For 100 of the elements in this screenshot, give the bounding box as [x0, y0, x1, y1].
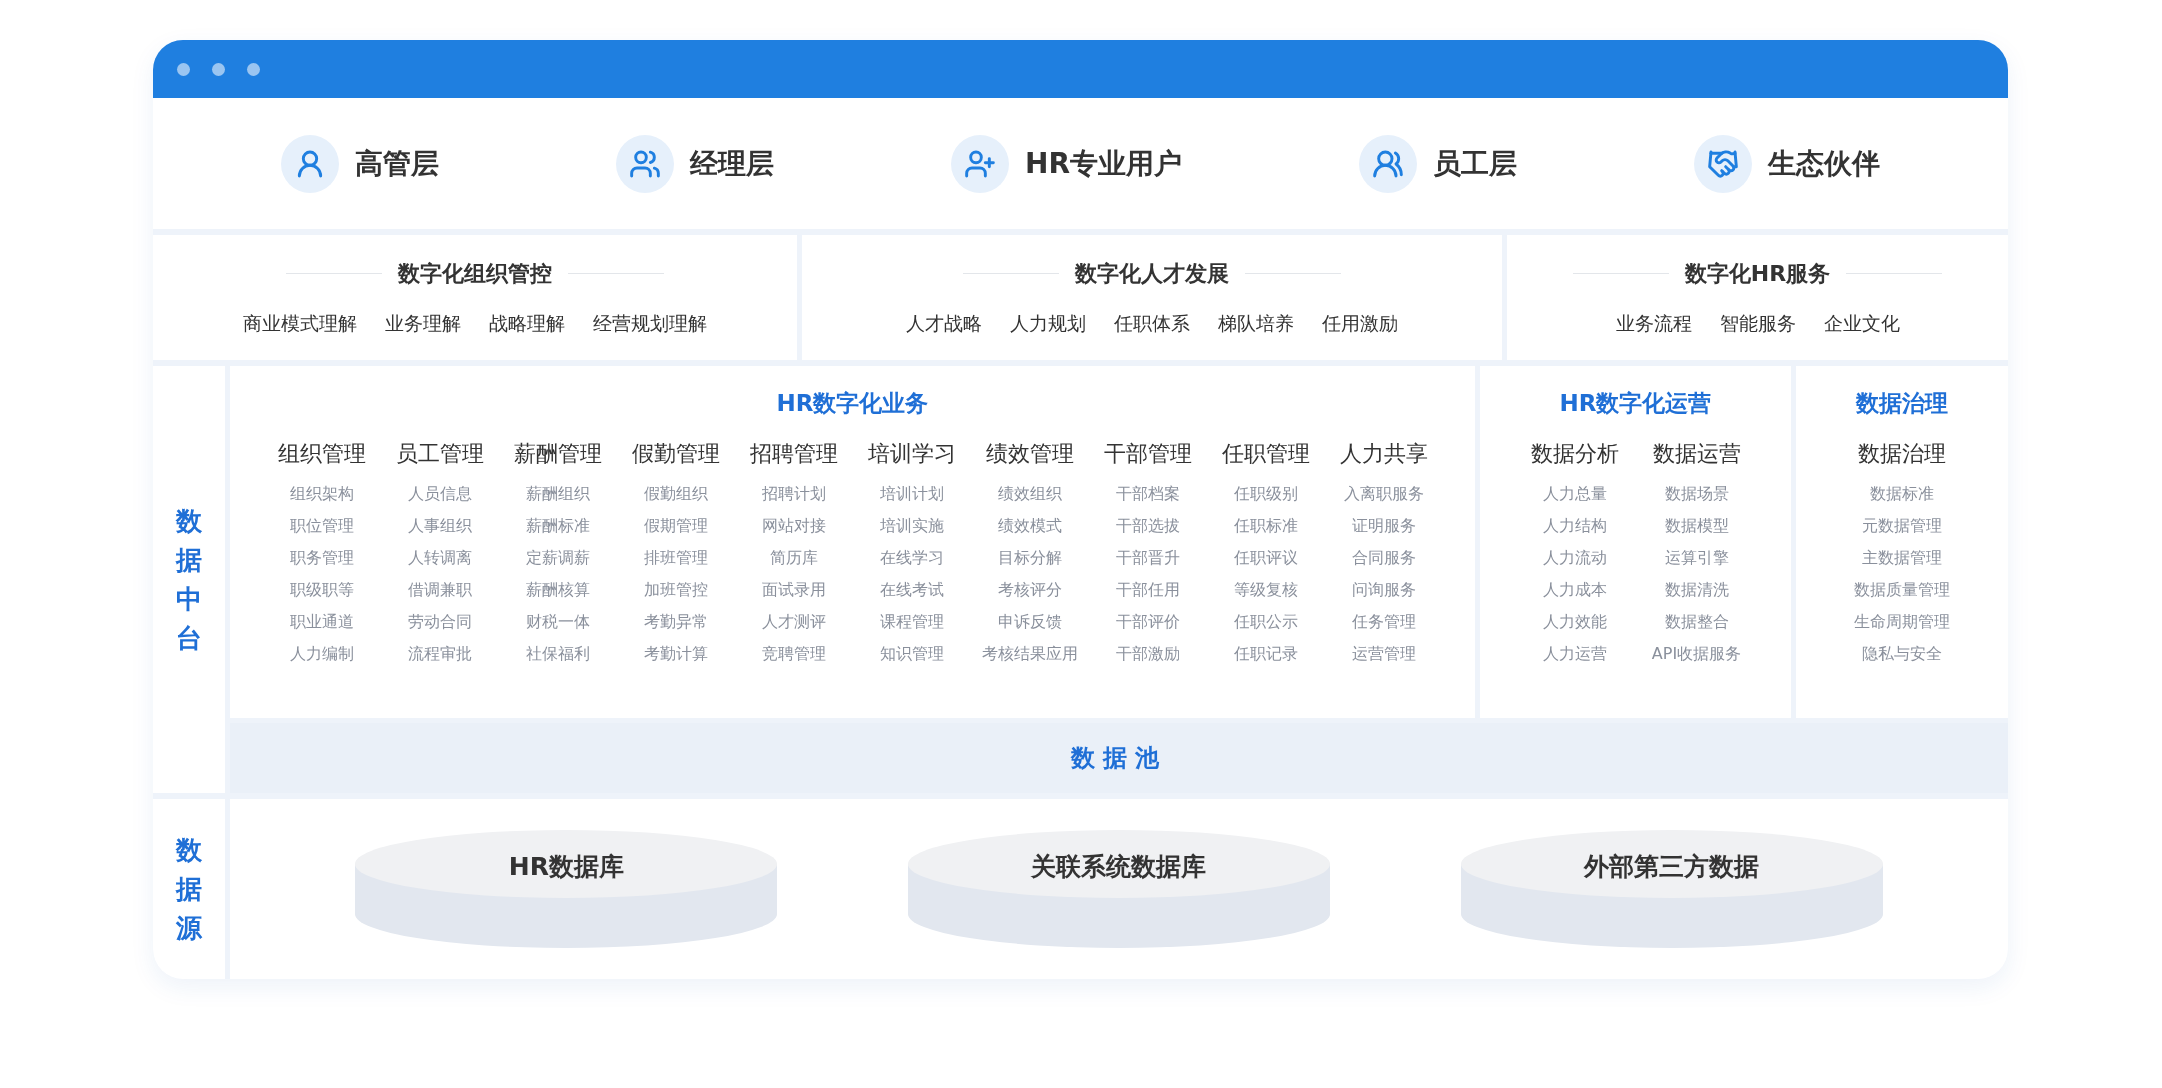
module-item: 在线考试	[879, 580, 944, 601]
column-heading: 假勤管理	[631, 440, 720, 468]
module-item: 人力运营	[1542, 644, 1607, 665]
column-heading: 薪酬管理	[513, 440, 602, 468]
column-heading: 培训学习	[867, 440, 956, 468]
section-title: 数字化人才发展	[1075, 259, 1229, 288]
window-dot	[212, 62, 225, 76]
column-heading: 员工管理	[395, 440, 484, 468]
module-item: 人事组织	[407, 516, 472, 537]
column-heading: 人力共享	[1339, 440, 1428, 468]
module-item: 在线学习	[879, 548, 944, 569]
module-item: 培训计划	[879, 484, 944, 505]
section-title: 数字化HR服务	[1684, 259, 1831, 288]
module-item: 运算引擎	[1664, 548, 1729, 569]
module-item: 考核评分	[997, 580, 1062, 601]
module-item: 主数据管理	[1862, 548, 1942, 569]
module-item: 薪酬核算	[525, 580, 590, 601]
module-item: 劳动合同	[407, 612, 472, 633]
module-item: 职务管理	[289, 548, 354, 569]
module-item: 数据场景	[1664, 484, 1729, 505]
module-item: 考勤计算	[643, 644, 708, 665]
module-item: 薪酬组织	[525, 484, 590, 505]
module-item: 绩效模式	[997, 516, 1062, 537]
column-heading: 数据运营	[1652, 440, 1741, 468]
module-item: 干部激励	[1115, 644, 1180, 665]
module-item: 面试录用	[761, 580, 826, 601]
panel-title: HR数字化运营	[1559, 389, 1712, 418]
module-item: 申诉反馈	[997, 612, 1062, 633]
module-item: 财税一体	[525, 612, 590, 633]
module-item: 任职记录	[1233, 644, 1298, 665]
module-item: 生命周期管理	[1854, 612, 1950, 633]
module-item: 假期管理	[643, 516, 708, 537]
module-item: 知识管理	[879, 644, 944, 665]
module-item: 考核结果应用	[981, 644, 1078, 665]
column-heading: 任职管理	[1221, 440, 1310, 468]
module-item: 职业通道	[289, 612, 354, 633]
module-item: 数据清洗	[1664, 580, 1729, 601]
module-item: 任职公示	[1233, 612, 1298, 633]
module-item: 竞聘管理	[761, 644, 826, 665]
module-item: 干部档案	[1115, 484, 1180, 505]
section-item: 智能服务	[1719, 310, 1796, 336]
column-heading: 招聘管理	[749, 440, 838, 468]
module-item: 人员信息	[407, 484, 472, 505]
module-item: 数据标准	[1870, 484, 1934, 505]
module-item: 薪酬标准	[525, 516, 590, 537]
column-heading: 数据分析	[1530, 440, 1619, 468]
module-item: 人力编制	[289, 644, 354, 665]
module-item: 任务管理	[1351, 612, 1416, 633]
panel-title: HR数字化业务	[776, 389, 929, 418]
module-item: 数据整合	[1664, 612, 1729, 633]
module-item: 人力成本	[1542, 580, 1607, 601]
module-item: 数据模型	[1664, 516, 1729, 537]
module-item: 借调兼职	[407, 580, 472, 601]
module-item: 人力效能	[1542, 612, 1607, 633]
row-label: 数据源	[176, 833, 202, 945]
module-item: 运营管理	[1351, 644, 1416, 665]
section-title: 数字化组织管控	[398, 259, 552, 288]
module-item: 定薪调薪	[525, 548, 590, 569]
module-item: 职位管理	[289, 516, 354, 537]
module-item: 干部评价	[1115, 612, 1180, 633]
module-item: 绩效组织	[997, 484, 1062, 505]
window-dot	[177, 62, 190, 76]
module-item: 社保福利	[525, 644, 590, 665]
module-item: 任职级别	[1233, 484, 1298, 505]
module-item: 问询服务	[1351, 580, 1416, 601]
column-heading: 绩效管理	[985, 440, 1074, 468]
module-item: 职级职等	[289, 580, 354, 601]
module-item: 网站对接	[761, 516, 826, 537]
module-item: 任职评议	[1233, 548, 1298, 569]
module-item: 任职标准	[1233, 516, 1298, 537]
section-item: 任职体系	[1114, 310, 1190, 336]
user-level-label: 生态伙伴	[1767, 145, 1880, 182]
module-item: API收据服务	[1651, 644, 1742, 665]
window-dot	[247, 62, 260, 76]
section-item: 人才战略	[906, 310, 982, 336]
section-item: 经营规划理解	[593, 310, 707, 336]
module-item: 人才测评	[761, 612, 826, 633]
module-item: 合同服务	[1351, 548, 1416, 569]
data-pool-bar: 数据池	[230, 723, 2008, 793]
module-item: 排班管理	[643, 548, 708, 569]
module-item: 隐私与安全	[1862, 644, 1942, 665]
module-item: 假勤组织	[643, 484, 708, 505]
module-item: 干部晋升	[1115, 548, 1180, 569]
module-item: 元数据管理	[1862, 516, 1942, 537]
column-heading: 数据治理	[1858, 440, 1946, 468]
module-item: 组织架构	[289, 484, 354, 505]
module-item: 数据质量管理	[1854, 580, 1950, 601]
column-heading: 干部管理	[1103, 440, 1192, 468]
section-item: 战略理解	[489, 310, 565, 336]
section-item: 商业模式理解	[243, 310, 357, 336]
column-heading: 组织管理	[277, 440, 366, 468]
module-item: 流程审批	[407, 644, 472, 665]
module-item: 招聘计划	[761, 484, 826, 505]
module-item: 目标分解	[997, 548, 1062, 569]
row-label: 数据中台	[176, 504, 202, 655]
panel-title: 数据治理	[1856, 389, 1948, 418]
module-item: 课程管理	[879, 612, 944, 633]
section-item: 业务理解	[385, 310, 461, 336]
module-item: 考勤异常	[643, 612, 708, 633]
module-item: 干部任用	[1115, 580, 1180, 601]
